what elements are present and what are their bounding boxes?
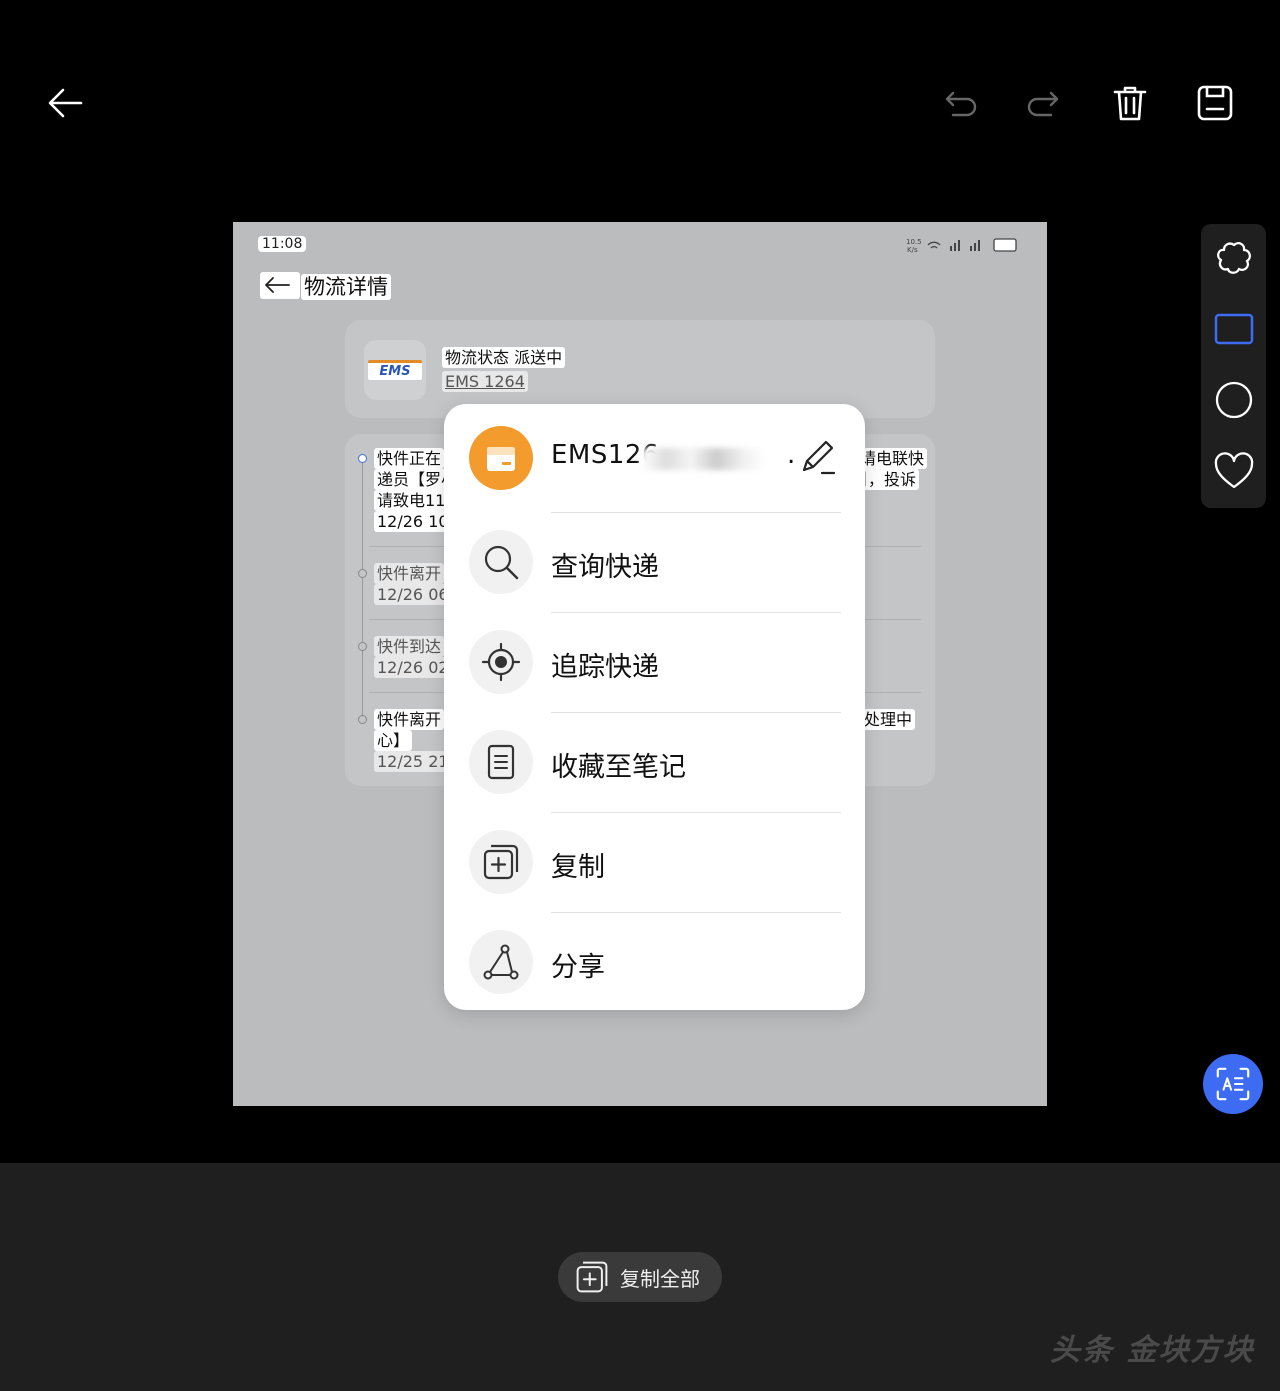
heart-icon xyxy=(1214,452,1254,489)
search-icon xyxy=(484,545,519,580)
package-icon xyxy=(469,426,533,490)
save-button[interactable] xyxy=(1190,78,1240,128)
edit-button[interactable] xyxy=(798,438,838,478)
svg-text:K/s: K/s xyxy=(907,246,918,254)
trash-icon xyxy=(1113,86,1147,121)
status-icons: 10.5 K/s xyxy=(906,238,1017,254)
timeline-text-right: 请电联快 xyxy=(857,448,928,469)
timeline-dot xyxy=(358,642,367,651)
delete-button[interactable] xyxy=(1105,78,1155,128)
popup-header: EMS126. xyxy=(444,404,865,512)
text-scan-icon xyxy=(1216,1067,1250,1101)
text-recognition-button[interactable] xyxy=(1203,1054,1263,1114)
rectangle-icon xyxy=(1214,313,1254,345)
timeline-text-right: 】，投诉 xyxy=(857,469,920,490)
circle-tool-button[interactable] xyxy=(1211,377,1257,423)
timeline-dot xyxy=(358,715,367,724)
menu-divider xyxy=(551,912,841,913)
redaction-blur xyxy=(641,448,766,470)
note-icon xyxy=(487,744,515,780)
timeline-text: 快件正在 xyxy=(374,448,445,469)
target-icon xyxy=(481,642,521,682)
menu-divider xyxy=(551,612,841,613)
heart-tool-button[interactable] xyxy=(1211,448,1257,494)
screenshot-header-title: 物流详情 xyxy=(301,274,391,300)
circle-icon xyxy=(1215,381,1253,419)
menu-divider xyxy=(551,812,841,813)
back-arrow-icon xyxy=(48,88,83,118)
copy-icon xyxy=(576,1261,608,1293)
menu-item-share[interactable]: 分享 xyxy=(444,912,865,1012)
menu-item-query[interactable]: 查询快递 xyxy=(444,512,865,612)
share-icon xyxy=(483,944,519,980)
timeline-text: 12/26 10 xyxy=(374,511,452,532)
timeline-text: 心】 xyxy=(374,730,413,751)
menu-item-label: 分享 xyxy=(551,952,605,983)
undo-icon xyxy=(945,91,977,117)
redo-button[interactable] xyxy=(1018,78,1068,128)
timeline-time: 12/26 02 xyxy=(374,657,452,678)
shape-tool-panel xyxy=(1201,224,1266,508)
watermark: 头条 金块方块 xyxy=(1050,1333,1255,1368)
freeform-tool-button[interactable] xyxy=(1211,236,1257,282)
tracking-number: EMS 1264 xyxy=(442,371,528,392)
timeline-text: 请致电11 xyxy=(374,490,449,511)
menu-divider xyxy=(551,712,841,713)
logistics-status: 物流状态 派送中 xyxy=(442,347,566,368)
timeline-text: 快件离开 xyxy=(374,709,445,730)
redo-icon xyxy=(1027,91,1059,117)
timeline-text: 快件离开 xyxy=(374,563,445,584)
timeline-line xyxy=(362,462,363,722)
timeline-time: 12/26 06 xyxy=(374,584,452,605)
freeform-shape-icon xyxy=(1217,242,1251,274)
menu-item-copy[interactable]: 复制 xyxy=(444,812,865,912)
save-icon xyxy=(1197,85,1233,121)
top-toolbar xyxy=(0,0,1280,200)
timeline-dot xyxy=(358,569,367,578)
copy-all-label: 复制全部 xyxy=(620,1266,700,1291)
back-button[interactable] xyxy=(40,78,90,128)
menu-item-label: 追踪快递 xyxy=(551,652,659,683)
bottom-bar: 复制全部 头条 金块方块 xyxy=(0,1163,1280,1391)
copy-icon xyxy=(483,844,519,880)
copy-all-button[interactable]: 复制全部 xyxy=(558,1252,722,1302)
timeline-text-right: 处理中 xyxy=(861,709,916,730)
menu-item-track[interactable]: 追踪快递 xyxy=(444,612,865,712)
screenshot-back-arrow xyxy=(260,272,300,299)
timeline-dot-active xyxy=(358,454,367,463)
undo-button[interactable] xyxy=(936,78,986,128)
menu-item-label: 收藏至笔记 xyxy=(551,752,686,783)
status-time: 11:08 xyxy=(258,236,307,252)
express-popup-menu: EMS126. 查询快递 追踪快递 收藏至笔记 复制 分享 xyxy=(444,404,865,1010)
timeline-time: 12/25 21 xyxy=(374,751,452,772)
svg-text:10.5: 10.5 xyxy=(906,238,922,246)
menu-divider xyxy=(551,512,841,513)
menu-item-label: 复制 xyxy=(551,852,605,883)
rectangle-tool-button[interactable] xyxy=(1211,306,1257,352)
pencil-icon xyxy=(802,440,836,475)
timeline-text: 快件到达 xyxy=(374,636,445,657)
menu-item-label: 查询快递 xyxy=(551,552,659,583)
ems-logo: EMS xyxy=(364,340,426,400)
menu-item-save-note[interactable]: 收藏至笔记 xyxy=(444,712,865,812)
